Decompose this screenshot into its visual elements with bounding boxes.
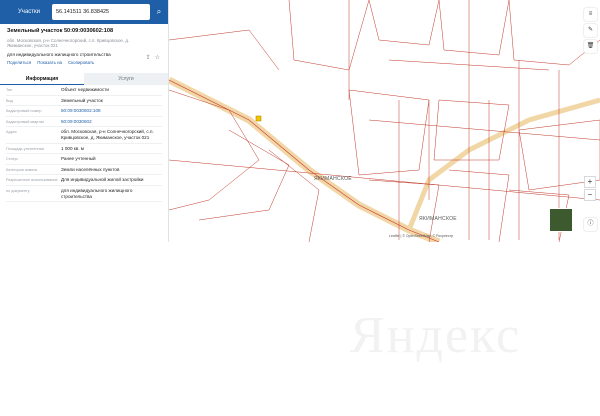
prop-row: Кадастровый квартал 50:09:0030602 <box>6 117 162 128</box>
prop-value: Ранее учтенный <box>61 156 96 162</box>
prop-row: Адрес обл. Московская, р-н Солнечногорски… <box>6 127 162 144</box>
map-parcels <box>169 0 600 242</box>
prop-value: Для индивидуальной жилой застройки <box>61 177 144 183</box>
prop-row: Вид Земельный участок <box>6 96 162 107</box>
tab-info[interactable]: Информация <box>0 73 84 85</box>
object-actions: ⇪ ☆ <box>146 54 160 61</box>
parcel-lines <box>169 0 600 242</box>
link-show[interactable]: Показать на <box>37 60 62 65</box>
prop-value: 1 000 кв. м <box>61 145 84 151</box>
link-share[interactable]: Поделиться <box>7 60 31 65</box>
prop-key: Адрес <box>6 130 17 135</box>
prop-key: Тип <box>6 88 13 92</box>
village-label-2: ЯКИМАНСКОЕ <box>419 216 457 222</box>
search-type-select[interactable]: Участки <box>4 9 48 15</box>
prop-row: Площадь уточненная 1 000 кв. м <box>6 144 162 155</box>
properties-list: Тип Объект недвижимости Вид Земельный учас… <box>0 85 168 203</box>
object-title: Земельный участок 50:09:0030602:108 <box>7 28 114 34</box>
prop-value: для индивидуального жилищного строительс… <box>61 187 133 199</box>
prop-key: по документу <box>6 188 30 193</box>
watermark: Яндекс <box>350 307 522 364</box>
prop-key: Разрешенное использование <box>6 178 58 183</box>
tab-services[interactable]: Услуги <box>84 73 168 85</box>
link-copy[interactable]: Скопировать <box>68 60 94 65</box>
prop-row: Кадастровый номер 50:09:0030602:108 <box>6 106 162 117</box>
village-label: ЯКИМАНСКОЕ <box>314 176 352 182</box>
share-icon[interactable]: ⇪ <box>146 54 151 61</box>
search-bar: Участки 56.141511 36.838425 ⌕ <box>0 0 168 24</box>
star-icon[interactable]: ☆ <box>155 54 160 61</box>
prop-value: Земельный участок <box>61 97 103 103</box>
prop-key: Кадастровый квартал <box>6 119 45 124</box>
prop-row: Категория земель Земли населённых пунктов <box>6 165 162 176</box>
info-panel: Участки 56.141511 36.838425 ⌕ Земельный … <box>0 0 169 242</box>
minimap-thumbnail[interactable] <box>549 208 573 232</box>
object-address: обл. Московская, р-н Солнечногорский, с.… <box>7 38 130 48</box>
app-root: Участки 56.141511 36.838425 ⌕ Земельный … <box>0 0 600 416</box>
prop-key: Категория земель <box>6 167 38 172</box>
prop-value: Объект недвижимости <box>61 87 109 92</box>
selected-parcel[interactable] <box>255 115 262 122</box>
cadastral-number-link[interactable]: 50:09:0030602:108 <box>61 108 162 114</box>
cadastral-quarter-link[interactable]: 50:09:0030602 <box>61 119 162 125</box>
prop-row: Разрешенное использование Для индивидуаль… <box>6 175 162 186</box>
info-icon[interactable]: ⓘ <box>584 218 597 231</box>
zoom-in-button[interactable]: + <box>584 176 596 188</box>
prop-key: Вид <box>6 98 13 103</box>
prop-key: Кадастровый номер <box>6 109 42 114</box>
prop-value: Земли населённых пунктов <box>61 166 120 172</box>
search-icon[interactable]: ⌕ <box>154 7 164 17</box>
prop-key: Площадь уточненная <box>6 146 44 151</box>
object-links: Поделиться Показать на Скопировать <box>7 60 161 65</box>
prop-row: Статус Ранее учтенный <box>6 154 162 165</box>
search-input[interactable]: 56.141511 36.838425 <box>52 4 150 20</box>
prop-key: Статус <box>6 157 19 162</box>
tabs: Информация Услуги <box>0 73 168 85</box>
object-header: Земельный участок 50:09:0030602:108 обл.… <box>0 24 168 65</box>
layers-icon[interactable]: ≡ <box>584 8 597 21</box>
delete-icon[interactable]: 🗑 <box>584 40 597 53</box>
prop-value: обл. Московская, р-н Солнечногорский, с.… <box>61 129 154 140</box>
prop-row: Тип Объект недвижимости <box>6 85 162 96</box>
object-use: для индивидуального жилищного строительс… <box>7 52 111 57</box>
zoom-out-button[interactable]: − <box>584 189 596 201</box>
prop-row: по документу для индивидуального жилищног… <box>6 186 162 203</box>
cadastral-map[interactable]: ЯКИМАНСКОЕ ЯКИМАНСКОЕ ≡ ✎ 🗑 + − ⓘ Leafle… <box>169 0 600 242</box>
map-attribution: Leaflet | © OpenStreetMap, © Росреестр <box>389 234 454 238</box>
edit-icon[interactable]: ✎ <box>584 24 597 37</box>
